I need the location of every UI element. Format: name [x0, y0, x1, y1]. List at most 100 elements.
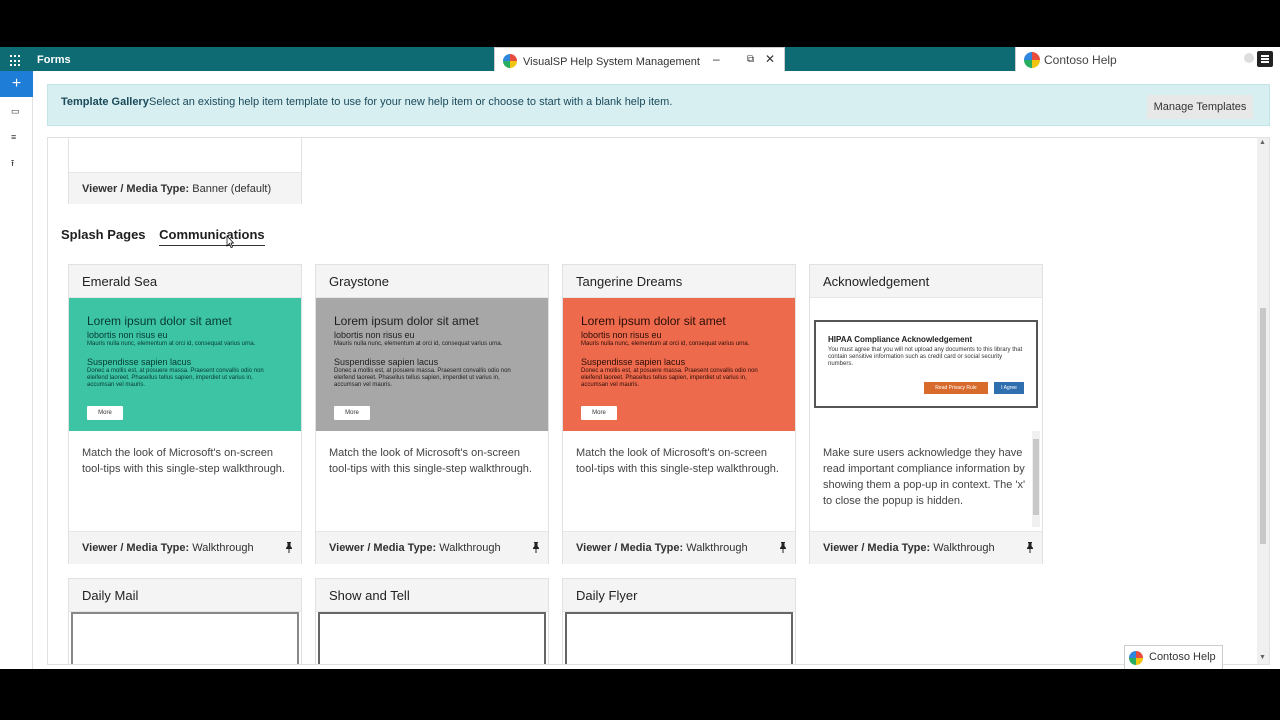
- top-black-bar: [0, 0, 1280, 47]
- media-type-label: Viewer / Media Type:: [82, 542, 190, 554]
- previous-template-card[interactable]: Viewer / Media Type: Banner (default): [68, 138, 302, 204]
- preview-subtitle: lobortis non risus eu: [334, 330, 415, 340]
- preview-body: Mauris nulla nunc, elementum at orci id,…: [334, 341, 503, 347]
- modal-title: HIPAA Compliance Acknowledgement: [828, 335, 973, 344]
- contoso-help-floating-button[interactable]: Contoso Help: [1124, 645, 1223, 669]
- popup-window-titlebar: VisualSP Help System Management – ⧉ ✕: [494, 47, 785, 72]
- left-rail: + ▭ ≡ ⭱: [0, 71, 33, 669]
- preview-title: Lorem ipsum dolor sit amet: [581, 314, 726, 328]
- card-footer: Viewer / Media Type: Walkthrough: [316, 531, 548, 564]
- media-type-value: Banner (default): [192, 183, 272, 195]
- card-preview-image: Lorem ipsum dolor sit amet lobortis non …: [69, 298, 301, 431]
- card-footer: Viewer / Media Type: Walkthrough: [563, 531, 795, 564]
- preview-subtitle: Suspendisse sapien lacus: [581, 357, 686, 367]
- card-title: Tangerine Dreams: [563, 265, 795, 298]
- preview-title: Lorem ipsum dolor sit amet: [87, 314, 232, 328]
- preview-body: Donec a mollis est, at posuere massa. Pr…: [334, 368, 511, 388]
- card-footer: Viewer / Media Type: Walkthrough: [810, 531, 1042, 564]
- template-card-acknowledgement[interactable]: Acknowledgement HIPAA Compliance Acknowl…: [809, 264, 1043, 564]
- pin-icon[interactable]: [1026, 542, 1034, 553]
- preview-body: Mauris nulla nunc, elementum at orci id,…: [581, 341, 750, 347]
- media-type-value: Walkthrough: [192, 542, 254, 554]
- new-item-plus-icon[interactable]: +: [0, 71, 33, 97]
- app-title: Forms: [37, 54, 71, 66]
- card-footer: Viewer / Media Type: Banner (default): [69, 172, 301, 204]
- visualsp-logo-icon: [503, 54, 517, 68]
- media-type-label: Viewer / Media Type:: [576, 542, 684, 554]
- contoso-logo-icon: [1024, 52, 1040, 68]
- hamburger-menu-icon[interactable]: [1257, 51, 1273, 67]
- list-icon[interactable]: ≡: [11, 133, 21, 142]
- restore-button[interactable]: ⧉: [747, 54, 754, 65]
- card-title: Acknowledgement: [810, 265, 1042, 298]
- close-button[interactable]: ✕: [765, 52, 775, 66]
- card-preview-image: [565, 612, 793, 664]
- preview-subtitle: lobortis non risus eu: [87, 330, 168, 340]
- media-type-value: Walkthrough: [933, 542, 995, 554]
- card-title: Show and Tell: [316, 579, 548, 612]
- upload-icon[interactable]: ⭱: [11, 159, 21, 168]
- pin-icon[interactable]: [779, 542, 787, 553]
- preview-title: Lorem ipsum dolor sit amet: [334, 314, 479, 328]
- template-card-daily-mail[interactable]: Daily Mail: [68, 578, 302, 664]
- app-launcher-icon[interactable]: [10, 55, 22, 67]
- preview-more-button: More: [581, 406, 617, 420]
- pin-icon[interactable]: [285, 542, 293, 553]
- main-content: Template Gallery Select an existing help…: [33, 71, 1280, 669]
- bottom-black-bar: [0, 669, 1280, 720]
- folder-icon[interactable]: ▭: [11, 107, 21, 116]
- popup-window-title: VisualSP Help System Management: [523, 56, 700, 68]
- preview-body: Mauris nulla nunc, elementum at orci id,…: [87, 341, 256, 347]
- scroll-up-arrow-icon[interactable]: ▲: [1259, 139, 1266, 146]
- manage-templates-button[interactable]: Manage Templates: [1147, 95, 1253, 119]
- template-card-emerald-sea[interactable]: Emerald Sea Lorem ipsum dolor sit amet l…: [68, 264, 302, 564]
- template-gallery-banner: Template Gallery Select an existing help…: [47, 84, 1270, 126]
- template-card-graystone[interactable]: Graystone Lorem ipsum dolor sit amet lob…: [315, 264, 549, 564]
- card-description: Match the look of Microsoft's on-screen …: [329, 447, 532, 475]
- card-description: Make sure users acknowledge they have re…: [823, 447, 1026, 507]
- help-bar-title[interactable]: Contoso Help: [1044, 53, 1117, 67]
- mouse-pointer-icon: [226, 235, 234, 248]
- template-card-tangerine-dreams[interactable]: Tangerine Dreams Lorem ipsum dolor sit a…: [562, 264, 796, 564]
- read-privacy-rule-button: Read Privacy Rule: [924, 382, 988, 394]
- media-type-value: Walkthrough: [439, 542, 501, 554]
- card-preview-image: [71, 612, 299, 664]
- panel-scrollbar[interactable]: ▲ ▼: [1257, 138, 1269, 664]
- card-description-scrollbar[interactable]: [1032, 431, 1040, 527]
- minimize-button[interactable]: –: [713, 52, 720, 66]
- card-preview-image: HIPAA Compliance Acknowledgement You mus…: [810, 298, 1042, 431]
- template-card-show-and-tell[interactable]: Show and Tell: [315, 578, 549, 664]
- card-title: Daily Mail: [69, 579, 301, 612]
- gear-icon[interactable]: [1244, 53, 1254, 63]
- preview-subtitle: Suspendisse sapien lacus: [87, 357, 192, 367]
- card-title: Daily Flyer: [563, 579, 795, 612]
- tab-communications[interactable]: Communications: [159, 227, 265, 246]
- pin-icon[interactable]: [532, 542, 540, 553]
- help-bar: Contoso Help: [1015, 47, 1280, 71]
- card-title: Emerald Sea: [69, 265, 301, 298]
- card-title: Graystone: [316, 265, 548, 298]
- card-preview-image: Lorem ipsum dolor sit amet lobortis non …: [316, 298, 548, 431]
- preview-subtitle: Suspendisse sapien lacus: [334, 357, 439, 367]
- template-panel: Viewer / Media Type: Banner (default) Sp…: [47, 137, 1270, 665]
- preview-subtitle: lobortis non risus eu: [581, 330, 662, 340]
- help-float-title: Contoso Help: [1149, 651, 1216, 663]
- preview-body: Donec a mollis est, at posuere massa. Pr…: [87, 368, 264, 388]
- card-footer: Viewer / Media Type: Walkthrough: [69, 531, 301, 564]
- card-preview-image: Lorem ipsum dolor sit amet lobortis non …: [563, 298, 795, 431]
- preview-more-button: More: [87, 406, 123, 420]
- modal-body: You must agree that you will not upload …: [828, 347, 1023, 367]
- scrollbar-thumb[interactable]: [1260, 308, 1266, 544]
- card-description: Match the look of Microsoft's on-screen …: [82, 447, 285, 475]
- banner-text: Select an existing help item template to…: [149, 96, 673, 108]
- media-type-label: Viewer / Media Type:: [329, 542, 437, 554]
- i-agree-button: I Agree: [994, 382, 1024, 394]
- tab-splash-pages[interactable]: Splash Pages: [61, 227, 146, 245]
- media-type-label: Viewer / Media Type:: [823, 542, 931, 554]
- scroll-down-arrow-icon[interactable]: ▼: [1259, 654, 1266, 661]
- card-description: Match the look of Microsoft's on-screen …: [576, 447, 779, 475]
- preview-body: Donec a mollis est, at posuere massa. Pr…: [581, 368, 758, 388]
- template-card-daily-flyer[interactable]: Daily Flyer: [562, 578, 796, 664]
- preview-modal: HIPAA Compliance Acknowledgement You mus…: [814, 320, 1038, 408]
- category-tabs: Splash Pages Communications: [61, 227, 275, 246]
